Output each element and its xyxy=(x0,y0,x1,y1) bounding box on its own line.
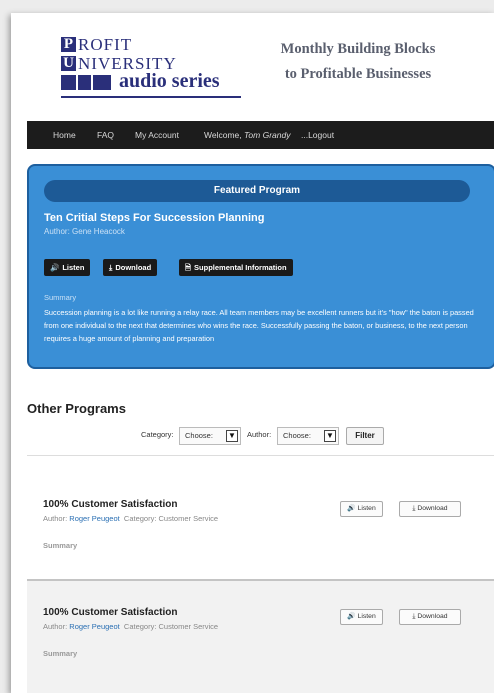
download-icon: ⤓ xyxy=(412,505,416,512)
program-listen-button[interactable]: 🔊 Listen xyxy=(340,501,383,517)
program-author-link[interactable]: Roger Peugeot xyxy=(69,622,119,631)
logo-initial-u: U xyxy=(61,56,76,71)
featured-supplemental-button[interactable]: 🗎 Supplemental Information xyxy=(179,259,293,276)
featured-download-button[interactable]: ⤓ Download xyxy=(103,259,158,276)
page: P ROFIT U NIVERSITY audio series Monthly… xyxy=(11,13,494,693)
program-category: Category: Customer Service xyxy=(123,622,219,631)
program-download-button[interactable]: ⤓ Download xyxy=(399,609,461,625)
site-tagline: Monthly Building Blocks to Profitable Bu… xyxy=(258,37,458,87)
speaker-icon: 🔊 xyxy=(347,505,356,512)
download-icon: ⤓ xyxy=(109,263,113,272)
author-select[interactable]: Choose: ▼ xyxy=(277,427,339,445)
featured-summary-label: Summary xyxy=(44,293,77,302)
featured-listen-button[interactable]: 🔊 Listen xyxy=(44,259,91,276)
featured-header: Featured Program xyxy=(44,180,470,202)
download-label: Download xyxy=(417,505,448,512)
download-label: Download xyxy=(417,613,448,620)
program-author-label: Author: xyxy=(43,514,68,523)
filter-button[interactable]: Filter xyxy=(346,427,384,445)
download-label: Download xyxy=(115,263,152,272)
program-author: Author: Roger Peugeot Category: Customer… xyxy=(43,514,218,523)
author-select-value: Choose: xyxy=(283,431,311,440)
category-select-value: Choose: xyxy=(185,431,213,440)
document-icon: 🗎 xyxy=(185,263,192,272)
program-summary-label: Summary xyxy=(43,541,78,550)
nav-faq[interactable]: FAQ xyxy=(97,121,114,149)
logo-text-audio-series: audio series xyxy=(119,70,220,92)
program-row: 100% Customer Satisfaction Author: Roger… xyxy=(27,579,494,693)
program-download-button[interactable]: ⤓ Download xyxy=(399,501,461,517)
listen-label: Listen xyxy=(357,505,376,512)
category-label: Category: xyxy=(141,430,174,439)
main-nav: Home FAQ My Account Welcome, Tom Grandy … xyxy=(27,121,494,149)
featured-title[interactable]: Ten Critial Steps For Succession Plannin… xyxy=(44,212,264,224)
chevron-down-icon: ▼ xyxy=(226,430,238,442)
program-listen-button[interactable]: 🔊 Listen xyxy=(340,609,383,625)
logo-text-profit: ROFIT xyxy=(78,35,133,54)
tagline-line-2: to Profitable Businesses xyxy=(284,66,432,82)
logo-underline xyxy=(61,96,241,98)
filter-bar: Category: Choose: ▼ Author: Choose: ▼ Fi… xyxy=(141,427,461,445)
author-label: Author: xyxy=(247,430,272,439)
program-author-link[interactable]: Roger Peugeot xyxy=(69,514,119,523)
logo-initial-p: P xyxy=(61,37,76,52)
other-programs-heading: Other Programs xyxy=(27,401,126,416)
nav-my-account[interactable]: My Account xyxy=(135,121,179,149)
speaker-icon: 🔊 xyxy=(50,263,60,272)
program-author-label: Author: xyxy=(43,622,68,631)
nav-welcome: Welcome, xyxy=(204,130,242,140)
program-title[interactable]: 100% Customer Satisfaction xyxy=(43,499,178,510)
speaker-icon: 🔊 xyxy=(347,613,356,620)
tagline-line-1: Monthly Building Blocks xyxy=(280,41,436,57)
chevron-down-icon: ▼ xyxy=(324,430,336,442)
nav-logout[interactable]: ...Logout xyxy=(301,121,334,149)
category-select[interactable]: Choose: ▼ xyxy=(179,427,241,445)
divider xyxy=(27,455,494,456)
program-author: Author: Roger Peugeot Category: Customer… xyxy=(43,622,218,631)
supplemental-label: Supplemental Information xyxy=(194,263,287,272)
site-logo[interactable]: P ROFIT U NIVERSITY audio series xyxy=(61,35,251,107)
featured-summary: Succession planning is a lot like runnin… xyxy=(44,308,474,343)
featured-program: Featured Program Ten Critial Steps For S… xyxy=(27,164,494,369)
program-summary-label: Summary xyxy=(43,649,78,658)
download-icon: ⤓ xyxy=(412,613,416,620)
listen-label: Listen xyxy=(357,613,376,620)
program-row: 100% Customer Satisfaction Author: Roger… xyxy=(27,487,494,577)
featured-author: Author: Gene Heacock xyxy=(44,227,125,236)
program-title[interactable]: 100% Customer Satisfaction xyxy=(43,607,178,618)
nav-username: Tom Grandy xyxy=(244,130,291,140)
nav-home[interactable]: Home xyxy=(53,121,76,149)
logo-bars xyxy=(61,75,111,90)
listen-label: Listen xyxy=(62,263,85,272)
program-category: Category: Customer Service xyxy=(123,514,219,523)
